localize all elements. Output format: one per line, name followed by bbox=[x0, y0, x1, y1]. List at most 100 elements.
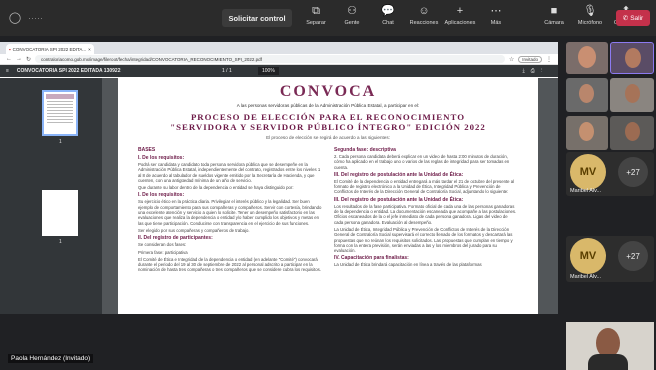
section-heading: II. Del registro de participantes: bbox=[138, 235, 213, 242]
section-heading: III. Del registro de postulación ante la… bbox=[334, 171, 464, 178]
meeting-window: { "meeting": { "request_control": "Solic… bbox=[0, 0, 656, 370]
self-video[interactable] bbox=[566, 322, 654, 370]
request-control-button[interactable]: Solicitar control bbox=[222, 9, 292, 27]
section-heading: Segunda fase: descriptiva bbox=[334, 147, 396, 153]
pdf-icon: ▪ bbox=[9, 46, 11, 52]
more-participants-button[interactable]: +27 bbox=[618, 241, 648, 271]
camera-icon: ■ bbox=[550, 5, 558, 17]
more-participants-button[interactable]: +27 bbox=[618, 157, 648, 187]
tab-title: CONVOCATORIA SPI 2022 EDITA... bbox=[12, 46, 87, 52]
document-title: PROCESO DE ELECCIÓN PARA EL RECONOCIMIEN… bbox=[190, 112, 466, 122]
paragraph: Primera fase: participativa bbox=[138, 249, 188, 255]
hamburger-icon[interactable]: ≡ bbox=[6, 68, 9, 74]
document-subtitle: El proceso de elección se regirá de acue… bbox=[266, 135, 390, 140]
download-icon[interactable]: ⤓ bbox=[523, 68, 531, 74]
paragraph: El Comité de la dependencia o entidad en… bbox=[334, 178, 515, 195]
paragraph: Se consideran dos fases: bbox=[138, 242, 187, 248]
participant-video bbox=[578, 46, 596, 68]
toolbar-label: Gente bbox=[344, 20, 360, 26]
reactions-button[interactable]: ☺ Reacciones bbox=[406, 4, 442, 27]
shield-icon: ◯ bbox=[8, 12, 22, 24]
section-heading: III. Del registro de postulación ante la… bbox=[334, 196, 464, 203]
toolbar-label: Chat bbox=[382, 20, 394, 26]
browser-tab[interactable]: ▪ CONVOCATORIA SPI 2022 EDITA... × bbox=[6, 44, 94, 54]
document-column-right: Segunda fase: descriptiva 2. Cada person… bbox=[334, 145, 518, 275]
section-heading: IV. Capacitación para finalistas: bbox=[334, 255, 409, 262]
chat-button[interactable]: 💬 Chat bbox=[370, 4, 406, 27]
reactions-icon: ☺ bbox=[418, 5, 430, 17]
people-button[interactable]: ⚇ Gente bbox=[334, 4, 370, 27]
profile-button[interactable]: Invitado bbox=[518, 55, 542, 63]
back-icon[interactable]: ← bbox=[6, 56, 12, 62]
participant-tile[interactable]: MV +27 Maribel Alv... bbox=[566, 236, 654, 282]
timer-icon: ····· bbox=[28, 13, 43, 23]
page-thumbnail[interactable] bbox=[42, 190, 78, 236]
chat-icon: 💬 bbox=[381, 5, 395, 17]
camera-button[interactable]: ■ Cámara bbox=[536, 4, 572, 27]
reload-icon[interactable]: ↻ bbox=[26, 56, 31, 63]
participant-video bbox=[625, 122, 640, 141]
zoom-field[interactable]: 100% bbox=[258, 67, 279, 75]
video-tile[interactable] bbox=[610, 78, 654, 112]
document-intro: A las personas servidoras públicas de la… bbox=[236, 103, 420, 108]
thumbnail-number: 1 bbox=[59, 239, 62, 245]
menu-icon[interactable]: ⋮ bbox=[546, 56, 552, 63]
people-icon: ⚇ bbox=[347, 5, 357, 17]
participant-body bbox=[588, 354, 628, 370]
paragraph: La Unidad de Ética brindará capacitación… bbox=[334, 262, 482, 268]
paragraph: Que durante su labor dentro de la depend… bbox=[138, 185, 294, 191]
close-icon[interactable]: × bbox=[88, 47, 91, 52]
phone-icon: ✆ bbox=[622, 15, 629, 22]
toolbar-label: Más bbox=[490, 20, 502, 26]
apps-button[interactable]: + Aplicaciones bbox=[442, 4, 478, 27]
participant-video bbox=[625, 48, 641, 68]
section-heading: I. De los requisitos: bbox=[138, 192, 185, 199]
video-tile[interactable] bbox=[610, 42, 654, 74]
thumbnail-number: 1 bbox=[59, 139, 62, 145]
page-indicator[interactable]: 1 / 1 bbox=[222, 68, 232, 74]
paragraph: El Comité de Ética e Integridad de la de… bbox=[138, 256, 321, 273]
video-tile[interactable] bbox=[566, 116, 608, 150]
address-bar: ← → ↻ contraloriacomo.gob.mx/image/filer… bbox=[0, 54, 558, 65]
thumbnail-sidebar: 1 1 bbox=[0, 78, 102, 314]
document-title-2: "SERVIDORA Y SERVIDOR PÚBLICO ÍNTEGRO" E… bbox=[170, 122, 486, 132]
participant-avatar: MV bbox=[570, 154, 606, 190]
participant-video bbox=[579, 84, 594, 103]
more-icon[interactable]: ⋮ bbox=[541, 68, 548, 74]
participant-video bbox=[579, 122, 594, 141]
paragraph: 2. Cada persona candidata deberá explica… bbox=[334, 154, 510, 170]
apps-icon: + bbox=[456, 5, 464, 17]
forward-icon[interactable]: → bbox=[16, 56, 22, 62]
document-logo: CONVOCA bbox=[279, 83, 377, 100]
participant-name: Maribel Alv... bbox=[570, 274, 602, 280]
paragraph: Ser elegido por sus compañeras y compañe… bbox=[138, 227, 250, 233]
section-heading: BASES bbox=[138, 147, 156, 153]
browser-tabstrip: ▪ CONVOCATORIA SPI 2022 EDITA... × bbox=[0, 42, 558, 54]
leave-button[interactable]: ✆ Salir bbox=[616, 10, 650, 26]
paragraph: La Unidad de Ética, Integridad Pública y… bbox=[334, 226, 513, 254]
video-tile[interactable] bbox=[610, 116, 654, 150]
presenter-label: Paola Hernández (Invitado) bbox=[8, 354, 94, 363]
shared-browser-window: ▪ CONVOCATORIA SPI 2022 EDITA... × ← → ↻ c… bbox=[0, 42, 558, 314]
paragraph: Su ejercicio ético en la práctica diaria… bbox=[138, 199, 322, 226]
more-icon: ⋯ bbox=[490, 5, 502, 17]
section-heading: I. De los requisitos: bbox=[138, 155, 185, 161]
leave-label: Salir bbox=[630, 14, 644, 22]
url-field[interactable]: contraloriacomo.gob.mx/image/fileroot/fe… bbox=[35, 55, 505, 63]
toolbar-label: Reacciones bbox=[409, 20, 439, 26]
video-tile[interactable] bbox=[566, 78, 608, 112]
page-thumbnail[interactable] bbox=[42, 90, 78, 136]
more-button[interactable]: ⋯ Más bbox=[478, 4, 514, 27]
share-button[interactable]: ⧉ Separar bbox=[298, 4, 334, 27]
video-tile[interactable] bbox=[566, 42, 608, 74]
mic-button[interactable]: 🎙 Micrófono bbox=[572, 4, 608, 27]
meeting-toolbar: ◯ ····· Solicitar control ⧉ Separar ⚇ Gente… bbox=[0, 0, 656, 36]
print-icon[interactable]: ⎙ bbox=[531, 68, 541, 74]
star-icon[interactable]: ☆ bbox=[509, 56, 514, 63]
paragraph: Los resultados de la fase participativa.… bbox=[334, 203, 517, 225]
pdf-title: CONVOCATORIA SPI 2022 EDITADA 130922 bbox=[16, 68, 121, 74]
participant-tile[interactable]: MV +27 Maribel Alv... bbox=[566, 152, 654, 196]
toolbar-label: Cámara bbox=[544, 20, 564, 26]
mic-icon: 🎙 bbox=[583, 5, 597, 17]
pdf-toolbar: ≡ CONVOCATORIA SPI 2022 EDITADA 130922 1… bbox=[0, 65, 558, 77]
